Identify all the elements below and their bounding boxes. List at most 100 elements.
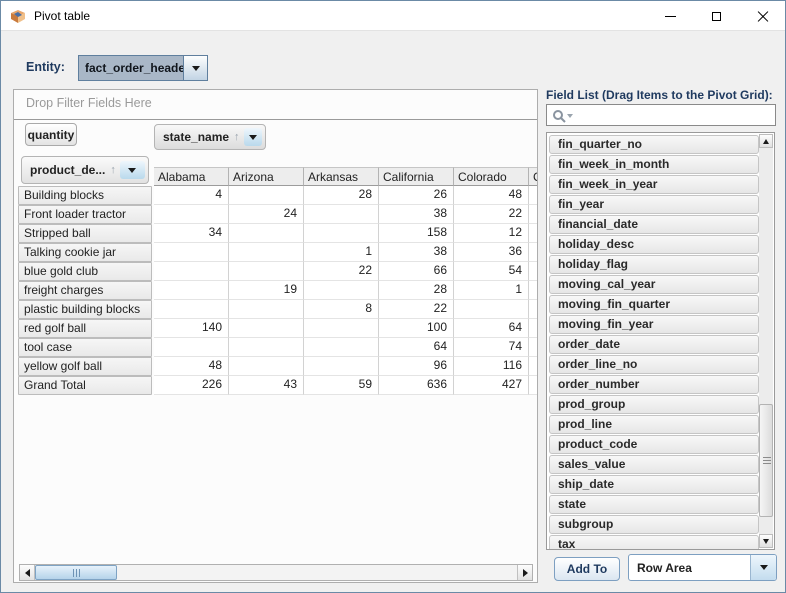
field-list-item[interactable]: tax <box>549 535 759 550</box>
scroll-down-button[interactable] <box>759 534 773 548</box>
row-field-dropdown-button[interactable] <box>120 161 145 179</box>
chevron-down-icon <box>192 66 200 71</box>
field-list-item[interactable]: order_date <box>549 335 759 354</box>
column-field-dropdown-button[interactable] <box>244 128 262 146</box>
data-cell <box>529 205 537 224</box>
table-row: Building blocks4282648 <box>18 186 537 205</box>
data-cell: 38 <box>379 205 454 224</box>
data-cell: 100 <box>379 319 454 338</box>
field-list-item[interactable]: moving_fin_year <box>549 315 759 334</box>
field-list-item[interactable]: fin_quarter_no <box>549 135 759 154</box>
scroll-right-button[interactable] <box>517 565 532 580</box>
maximize-button[interactable] <box>693 1 739 31</box>
data-cell: 1 <box>304 243 379 262</box>
data-cell: 158 <box>379 224 454 243</box>
row-header[interactable]: plastic building blocks <box>18 300 152 319</box>
row-header[interactable]: Stripped ball <box>18 224 152 243</box>
vertical-scroll-thumb[interactable] <box>759 404 773 517</box>
column-header[interactable]: Arizona <box>229 167 304 186</box>
data-cell <box>304 224 379 243</box>
chevron-down-icon <box>128 168 136 173</box>
row-header[interactable]: yellow golf ball <box>18 357 152 376</box>
field-list-item[interactable]: prod_group <box>549 395 759 414</box>
titlebar: Pivot table <box>1 1 785 31</box>
scroll-up-button[interactable] <box>759 134 773 148</box>
scroll-up-icon <box>763 139 769 144</box>
minimize-icon <box>665 16 676 17</box>
sort-ascending-icon: ↑ <box>110 164 116 176</box>
horizontal-scrollbar[interactable] <box>19 564 533 581</box>
data-cell <box>229 243 304 262</box>
data-cell: 1 <box>454 281 529 300</box>
row-header[interactable]: Talking cookie jar <box>18 243 152 262</box>
row-field-combobox[interactable]: product_de... ↑ <box>21 156 149 184</box>
field-list-item[interactable]: product_code <box>549 435 759 454</box>
field-list-item[interactable]: holiday_flag <box>549 255 759 274</box>
field-list-item[interactable]: holiday_desc <box>549 235 759 254</box>
field-search-box[interactable] <box>546 104 776 126</box>
data-cell <box>154 262 229 281</box>
field-list-item[interactable]: subgroup <box>549 515 759 534</box>
row-header[interactable]: red golf ball <box>18 319 152 338</box>
column-header[interactable]: California <box>379 167 454 186</box>
data-cell <box>304 357 379 376</box>
data-cell <box>529 186 537 205</box>
field-list-item[interactable]: order_line_no <box>549 355 759 374</box>
target-area-combobox[interactable]: Row Area <box>628 554 777 581</box>
data-cell <box>454 300 529 319</box>
row-header[interactable]: blue gold club <box>18 262 152 281</box>
sort-ascending-icon: ↑ <box>234 131 240 143</box>
data-cell <box>529 243 537 262</box>
target-area-dropdown-button[interactable] <box>750 555 776 580</box>
close-icon <box>757 11 768 22</box>
table-row: Talking cookie jar13836 <box>18 243 537 262</box>
row-header[interactable]: Building blocks <box>18 186 152 205</box>
close-button[interactable] <box>739 1 785 31</box>
field-list-item[interactable]: sales_value <box>549 455 759 474</box>
horizontal-scroll-thumb[interactable] <box>35 565 117 580</box>
column-header[interactable]: C <box>529 167 537 186</box>
table-row: Stripped ball3415812 <box>18 224 537 243</box>
window-title: Pivot table <box>34 9 90 23</box>
measure-field-button[interactable]: quantity <box>25 123 77 146</box>
thumb-grip <box>79 569 80 577</box>
field-list-item[interactable]: fin_week_in_month <box>549 155 759 174</box>
data-cell: 226 <box>154 376 229 395</box>
column-header[interactable]: Arkansas <box>304 167 379 186</box>
scroll-left-button[interactable] <box>20 565 35 580</box>
filter-drop-zone[interactable]: Drop Filter Fields Here <box>26 96 152 110</box>
field-list-item[interactable]: moving_fin_quarter <box>549 295 759 314</box>
vertical-scrollbar[interactable] <box>759 134 773 548</box>
field-list-item[interactable]: financial_date <box>549 215 759 234</box>
row-header[interactable]: tool case <box>18 338 152 357</box>
table-row: Front loader tractor243822 <box>18 205 537 224</box>
field-list-item[interactable]: state <box>549 495 759 514</box>
data-cell: 36 <box>454 243 529 262</box>
row-header[interactable]: Front loader tractor <box>18 205 152 224</box>
data-cell: 8 <box>304 300 379 319</box>
entity-dropdown-button[interactable] <box>183 56 207 80</box>
field-list-item[interactable]: fin_year <box>549 195 759 214</box>
column-header[interactable]: Colorado <box>454 167 529 186</box>
field-search-input[interactable] <box>577 106 773 124</box>
data-cell <box>229 224 304 243</box>
column-field-combobox[interactable]: state_name ↑ <box>154 124 266 150</box>
column-header[interactable]: Alabama <box>154 167 229 186</box>
table-row: blue gold club226654 <box>18 262 537 281</box>
scroll-right-icon <box>523 569 528 577</box>
row-header[interactable]: freight charges <box>18 281 152 300</box>
field-list-item[interactable]: prod_line <box>549 415 759 434</box>
minimize-button[interactable] <box>647 1 693 31</box>
horizontal-scroll-track[interactable] <box>35 565 517 580</box>
data-cell: 116 <box>454 357 529 376</box>
field-list-item[interactable]: order_number <box>549 375 759 394</box>
table-row: freight charges19281 <box>18 281 537 300</box>
entity-combobox[interactable]: fact_order_header <box>78 55 208 81</box>
add-to-button[interactable]: Add To <box>554 557 620 581</box>
field-list-item[interactable]: ship_date <box>549 475 759 494</box>
data-cell: 28 <box>379 281 454 300</box>
data-cell <box>229 338 304 357</box>
field-list-item[interactable]: fin_week_in_year <box>549 175 759 194</box>
field-list-item[interactable]: moving_cal_year <box>549 275 759 294</box>
row-header[interactable]: Grand Total <box>18 376 152 395</box>
